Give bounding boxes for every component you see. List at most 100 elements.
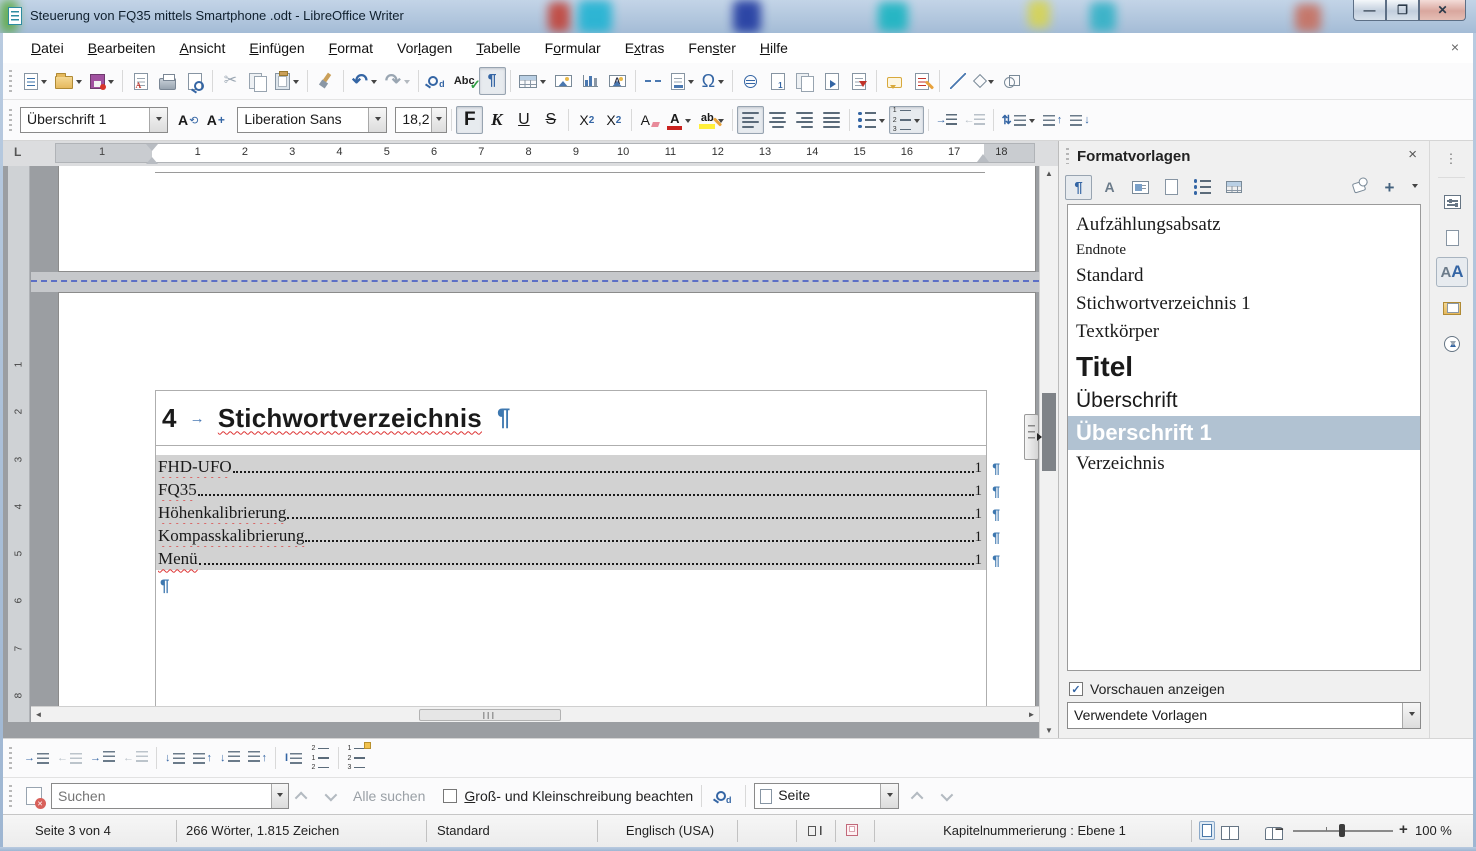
style-item[interactable]: Titel [1068, 346, 1420, 386]
horizontal-scrollbar[interactable]: ◄ ► [31, 706, 1039, 722]
toolbar-grip[interactable] [9, 785, 12, 807]
page-styles-button[interactable] [1158, 175, 1185, 200]
index-entry-row[interactable]: Menü 1 [156, 547, 986, 570]
find-replace-button[interactable]: d [423, 67, 450, 95]
insert-comment-button[interactable] [881, 67, 908, 95]
clone-formatting-button[interactable] [312, 67, 339, 95]
sidebar-tab-gallery[interactable] [1436, 293, 1468, 323]
sidebar-splitter-handle[interactable] [1024, 414, 1039, 460]
demote-with-subpoints-button[interactable]: → [86, 744, 119, 772]
open-button[interactable] [51, 67, 86, 95]
insert-chart-button[interactable] [577, 67, 604, 95]
new-document-button[interactable] [20, 67, 51, 95]
character-styles-button[interactable]: A [1096, 175, 1123, 200]
highlight-color-button[interactable]: ab [695, 106, 728, 134]
menu-item[interactable]: Einfügen [237, 34, 316, 62]
footnote-button[interactable]: 1 [764, 67, 791, 95]
scroll-up-button[interactable]: ▲ [1040, 166, 1058, 181]
save-button[interactable] [86, 67, 118, 95]
toolbar-grip[interactable] [9, 109, 12, 131]
close-panel-icon[interactable]: × [1408, 146, 1417, 163]
bold-button[interactable]: F [456, 106, 483, 134]
save-status[interactable] [846, 824, 858, 839]
spotlight-button[interactable] [1345, 175, 1372, 200]
underline-button[interactable]: U [510, 106, 537, 134]
zoom-in-button[interactable]: + [1399, 821, 1408, 838]
page-break-button[interactable] [640, 67, 667, 95]
vertical-ruler[interactable]: 12345678 [8, 166, 30, 722]
menu-item[interactable]: Tabelle [464, 34, 532, 62]
index-entry-row[interactable]: FHD-UFO 1 [156, 455, 986, 478]
align-right-button[interactable] [791, 106, 818, 134]
numbered-list-button[interactable]: 123 [889, 106, 924, 134]
search-input[interactable] [52, 784, 271, 808]
new-style-from-selection-button[interactable]: + [1376, 175, 1403, 200]
chevron-down-icon[interactable] [1029, 119, 1035, 126]
zoom-out-button[interactable]: − [1275, 821, 1284, 838]
export-pdf-button[interactable]: A [127, 67, 154, 95]
index-entry-row[interactable]: Höhenkalibrierung 1 [156, 501, 986, 524]
chevron-down-icon[interactable] [685, 119, 691, 126]
indent-marker-right[interactable] [977, 148, 989, 162]
document-view[interactable]: 4 → Stichwortverzeichnis ¶ FHD-UFO 1 FQ3… [31, 166, 1039, 722]
copy-button[interactable] [244, 67, 271, 95]
align-left-button[interactable] [737, 106, 764, 134]
page-3[interactable]: 4 → Stichwortverzeichnis ¶ FHD-UFO 1 FQ3… [58, 292, 1036, 722]
zoom-slider[interactable] [1293, 830, 1393, 832]
menu-item[interactable]: Formular [533, 34, 613, 62]
style-item[interactable]: Endnote [1068, 239, 1420, 262]
undo-button[interactable]: ↶ [348, 67, 381, 95]
scroll-right-button[interactable]: ► [1024, 707, 1039, 722]
font-name-combo[interactable]: Liberation Sans [237, 107, 387, 133]
word-count-status[interactable]: 266 Wörter, 1.815 Zeichen [186, 823, 339, 838]
combo-dropdown-button[interactable] [368, 108, 386, 132]
promote-with-subpoints-button[interactable]: ← [119, 744, 152, 772]
search-combo[interactable] [51, 783, 289, 809]
find-previous-button[interactable] [289, 782, 316, 810]
line-spacing-button[interactable]: ⇅ [998, 106, 1039, 134]
list-styles-button[interactable] [1189, 175, 1216, 200]
vertical-scrollbar-thumb[interactable] [1042, 393, 1056, 471]
menu-item[interactable]: Fenster [676, 34, 747, 62]
insert-image-button[interactable] [550, 67, 577, 95]
close-find-bar-button[interactable] [20, 782, 47, 810]
font-size-combo[interactable]: 18,2 [395, 107, 447, 133]
chevron-down-icon[interactable] [293, 80, 299, 87]
zoom-slider-thumb[interactable] [1339, 824, 1345, 837]
insert-table-button[interactable] [515, 67, 550, 95]
horizontal-ruler[interactable]: 1 123456789101112131415161718 [55, 143, 1035, 163]
insert-mode-status[interactable]: I [808, 823, 823, 838]
scroll-left-button[interactable]: ◄ [31, 707, 46, 722]
menu-item[interactable]: Datei [19, 34, 76, 62]
paragraph-styles-button[interactable]: ¶ [1065, 175, 1092, 200]
superscript-button[interactable]: X2 [573, 106, 600, 134]
chevron-down-icon[interactable] [76, 80, 82, 87]
index-section-frame[interactable]: 4 → Stichwortverzeichnis ¶ FHD-UFO 1 FQ3… [155, 390, 987, 722]
style-item[interactable]: Aufzählungsabsatz [1068, 211, 1420, 239]
toolbar-grip[interactable] [9, 747, 12, 769]
special-character-button[interactable]: Ω [698, 67, 728, 95]
insert-field-button[interactable] [667, 67, 698, 95]
increase-paragraph-spacing-button[interactable]: ↑ [1039, 106, 1067, 134]
indent-marker-left[interactable] [146, 144, 158, 164]
close-button[interactable]: ✕ [1419, 0, 1466, 21]
justify-button[interactable] [818, 106, 845, 134]
decrease-paragraph-spacing-button[interactable]: ↓ [1066, 106, 1094, 134]
maximize-button[interactable]: ❐ [1386, 0, 1419, 21]
menu-item[interactable]: Bearbeiten [76, 34, 168, 62]
clear-formatting-button[interactable]: A [636, 106, 663, 134]
find-all-button[interactable]: Alle suchen [353, 788, 425, 804]
match-case-checkbox[interactable] [443, 789, 457, 803]
zoom-level[interactable]: 100 % [1415, 823, 1452, 838]
formatting-marks-button[interactable]: ¶ [479, 67, 506, 95]
find-and-replace-button[interactable]: d [710, 782, 737, 810]
title-bar[interactable]: Steuerung von FQ35 mittels Smartphone .o… [0, 0, 1476, 33]
chevron-down-icon[interactable] [914, 119, 920, 126]
endnote-button[interactable]: i [791, 67, 818, 95]
table-styles-button[interactable] [1220, 175, 1247, 200]
demote-button[interactable]: → [20, 744, 53, 772]
chevron-down-icon[interactable] [988, 80, 994, 87]
promote-button[interactable]: ← [53, 744, 86, 772]
show-draw-functions-button[interactable] [998, 67, 1025, 95]
preview-checkbox[interactable]: ✓ [1069, 682, 1083, 696]
